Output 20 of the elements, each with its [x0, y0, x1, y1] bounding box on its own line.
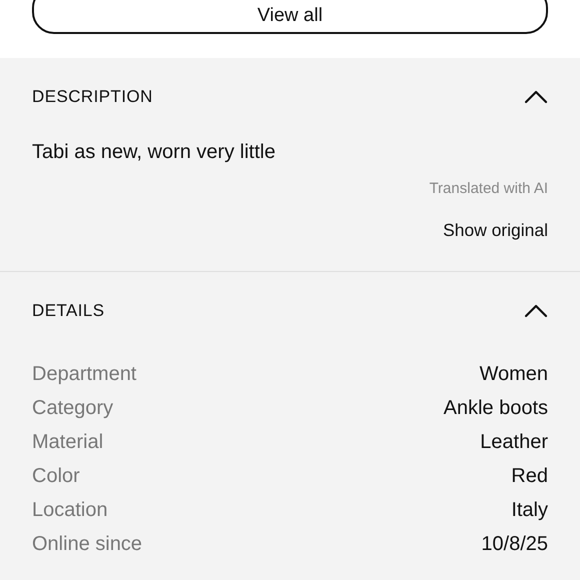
detail-label: Online since — [32, 532, 142, 557]
detail-value: Ankle boots — [443, 396, 548, 421]
translation-note: Translated with AI — [429, 179, 548, 199]
detail-label: Material — [32, 430, 104, 455]
chevron-up-icon[interactable] — [524, 90, 548, 104]
view-all-button[interactable]: View all — [32, 0, 548, 34]
show-original-link[interactable]: Show original — [442, 216, 548, 243]
detail-label: Color — [32, 464, 80, 489]
detail-value: Women — [479, 362, 548, 387]
detail-label: Category — [32, 396, 114, 421]
section-title: DESCRIPTION — [32, 86, 153, 108]
detail-value: Italy — [511, 498, 548, 523]
description-text: Tabi as new, worn very little — [32, 140, 276, 164]
detail-value: Red — [511, 464, 548, 489]
section-title: DETAILS — [32, 300, 105, 322]
detail-label: Department — [32, 362, 136, 387]
detail-label: Location — [32, 498, 108, 523]
detail-value: Leather — [480, 430, 548, 455]
detail-value: 10/8/25 — [481, 532, 548, 557]
chevron-up-icon[interactable] — [524, 304, 548, 318]
